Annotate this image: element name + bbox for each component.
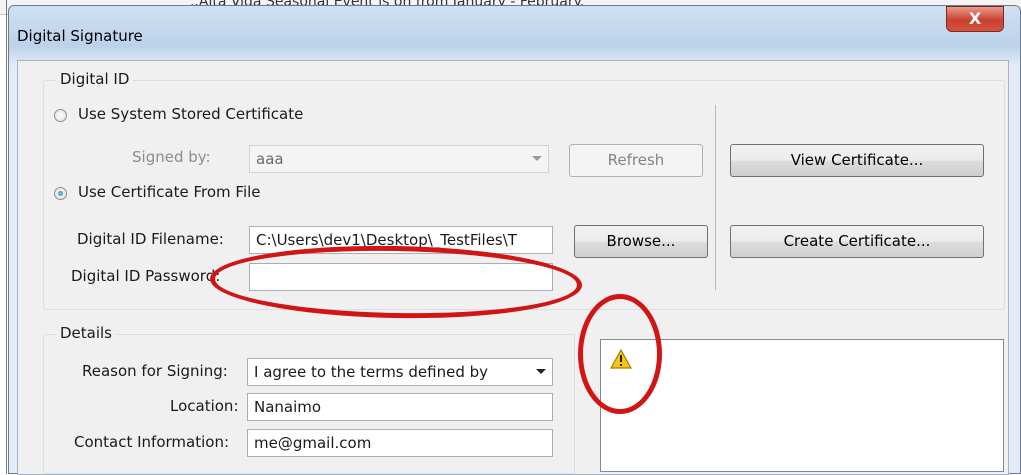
- use-file-certificate-radio[interactable]: [54, 187, 67, 200]
- use-system-certificate-radio[interactable]: [54, 109, 67, 122]
- vertical-divider: [715, 105, 716, 290]
- digital-id-legend: Digital ID: [56, 70, 134, 88]
- chevron-down-icon: [532, 156, 542, 161]
- reason-value: I agree to the terms defined by: [254, 363, 489, 381]
- filename-label: Digital ID Filename:: [77, 230, 224, 248]
- close-icon: X: [968, 9, 982, 28]
- chevron-down-icon: [536, 369, 546, 374]
- contact-input[interactable]: me@gmail.com: [247, 429, 553, 457]
- create-certificate-button[interactable]: Create Certificate...: [730, 225, 984, 258]
- use-file-certificate-label[interactable]: Use Certificate From File: [78, 183, 261, 201]
- reason-label: Reason for Signing:: [82, 362, 228, 380]
- window-title: Digital Signature: [17, 27, 143, 45]
- annotation-circle-warning: [578, 294, 662, 414]
- refresh-button[interactable]: Refresh: [569, 144, 703, 177]
- details-group: Details Reason for Signing: I agree to t…: [43, 324, 575, 474]
- signed-by-label: Signed by:: [132, 148, 211, 166]
- use-system-certificate-label[interactable]: Use System Stored Certificate: [78, 105, 303, 123]
- contact-value: me@gmail.com: [254, 434, 372, 452]
- reason-select[interactable]: I agree to the terms defined by: [247, 358, 553, 386]
- location-label: Location:: [170, 397, 239, 415]
- view-certificate-button[interactable]: View Certificate...: [730, 144, 984, 177]
- close-button[interactable]: X: [946, 6, 1004, 32]
- title-bar[interactable]: Digital Signature X: [9, 6, 1020, 60]
- location-value: Nanaimo: [254, 398, 322, 416]
- location-input[interactable]: Nanaimo: [247, 393, 553, 421]
- background-edge: [6, 0, 7, 474]
- signed-by-value: aaa: [256, 150, 284, 168]
- contact-label: Contact Information:: [74, 433, 230, 451]
- password-label: Digital ID Password:: [71, 267, 221, 285]
- signed-by-select[interactable]: aaa: [249, 145, 549, 173]
- digital-signature-dialog: Digital Signature X Digital ID Use Syste…: [8, 5, 1021, 475]
- browse-button[interactable]: Browse...: [574, 225, 708, 258]
- details-legend: Details: [56, 324, 117, 342]
